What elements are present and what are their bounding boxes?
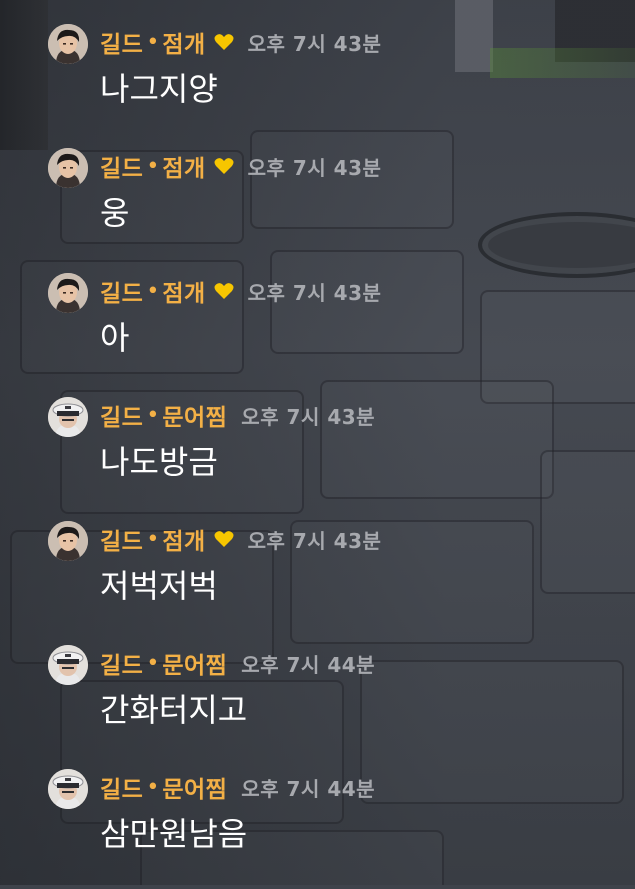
chat-message[interactable]: 길드 • 점개 오후 7시 43분 아 — [0, 273, 635, 393]
heart-icon — [214, 530, 234, 548]
separator-dot: • — [146, 29, 160, 55]
dark-hair-avatar[interactable] — [48, 24, 88, 64]
timestamp: 오후 7시 44분 — [241, 652, 376, 677]
timestamp: 오후 7시 43분 — [247, 155, 382, 180]
chat-message[interactable]: 길드 • 점개 오후 7시 43분 웅 — [0, 148, 635, 268]
sender-name[interactable]: 점개 — [162, 25, 205, 59]
captain-hat-avatar[interactable] — [48, 397, 88, 437]
chat-message[interactable]: 길드 • 문어찜 오후 7시 44분 삼만원남음 — [0, 769, 635, 889]
guild-label: 길드 — [100, 405, 144, 431]
message-text: 아 — [100, 319, 130, 357]
chat-message[interactable]: 길드 • 점개 오후 7시 43분 나그지양 — [0, 24, 635, 144]
separator-dot: • — [146, 650, 160, 676]
sender-name[interactable]: 점개 — [162, 274, 205, 308]
message-text: 삼만원남음 — [100, 815, 248, 853]
message-text: 저벅저벅 — [100, 567, 218, 605]
sender-name[interactable]: 점개 — [162, 522, 205, 556]
timestamp: 오후 7시 43분 — [241, 404, 376, 429]
chat-message[interactable]: 길드 • 문어찜 오후 7시 44분 간화터지고 — [0, 645, 635, 765]
dark-hair-avatar[interactable] — [48, 148, 88, 188]
timestamp: 오후 7시 44분 — [241, 776, 376, 801]
sender-name[interactable]: 문어찜 — [162, 398, 227, 432]
sender-name[interactable]: 문어찜 — [162, 770, 227, 804]
guild-label: 길드 — [100, 156, 144, 182]
captain-hat-avatar[interactable] — [48, 769, 88, 809]
guild-label: 길드 — [100, 281, 144, 307]
separator-dot: • — [146, 153, 160, 179]
separator-dot: • — [146, 278, 160, 304]
separator-dot: • — [146, 774, 160, 800]
heart-icon — [214, 157, 234, 175]
guild-label: 길드 — [100, 32, 144, 58]
captain-hat-avatar[interactable] — [48, 645, 88, 685]
heart-icon — [214, 33, 234, 51]
guild-label: 길드 — [100, 653, 144, 679]
message-text: 나도방금 — [100, 443, 218, 481]
message-header: 길드 • 문어찜 오후 7시 43분 — [100, 398, 376, 432]
chat-message[interactable]: 길드 • 점개 오후 7시 43분 저벅저벅 — [0, 521, 635, 641]
message-header: 길드 • 점개 오후 7시 43분 — [100, 522, 382, 556]
sender-name[interactable]: 문어찜 — [162, 646, 227, 680]
message-header: 길드 • 점개 오후 7시 43분 — [100, 25, 382, 59]
message-text: 나그지양 — [100, 70, 218, 108]
message-header: 길드 • 점개 오후 7시 43분 — [100, 149, 382, 183]
dark-hair-avatar[interactable] — [48, 273, 88, 313]
message-header: 길드 • 점개 오후 7시 43분 — [100, 274, 382, 308]
sender-name[interactable]: 점개 — [162, 149, 205, 183]
heart-icon — [214, 282, 234, 300]
timestamp: 오후 7시 43분 — [247, 280, 382, 305]
separator-dot: • — [146, 402, 160, 428]
timestamp: 오후 7시 43분 — [247, 31, 382, 56]
chat-message[interactable]: 길드 • 문어찜 오후 7시 43분 나도방금 — [0, 397, 635, 517]
dark-hair-avatar[interactable] — [48, 521, 88, 561]
guild-label: 길드 — [100, 777, 144, 803]
message-header: 길드 • 문어찜 오후 7시 44분 — [100, 646, 376, 680]
separator-dot: • — [146, 526, 160, 552]
guild-label: 길드 — [100, 529, 144, 555]
message-text: 웅 — [100, 194, 130, 232]
message-header: 길드 • 문어찜 오후 7시 44분 — [100, 770, 376, 804]
message-text: 간화터지고 — [100, 691, 248, 729]
timestamp: 오후 7시 43분 — [247, 528, 382, 553]
